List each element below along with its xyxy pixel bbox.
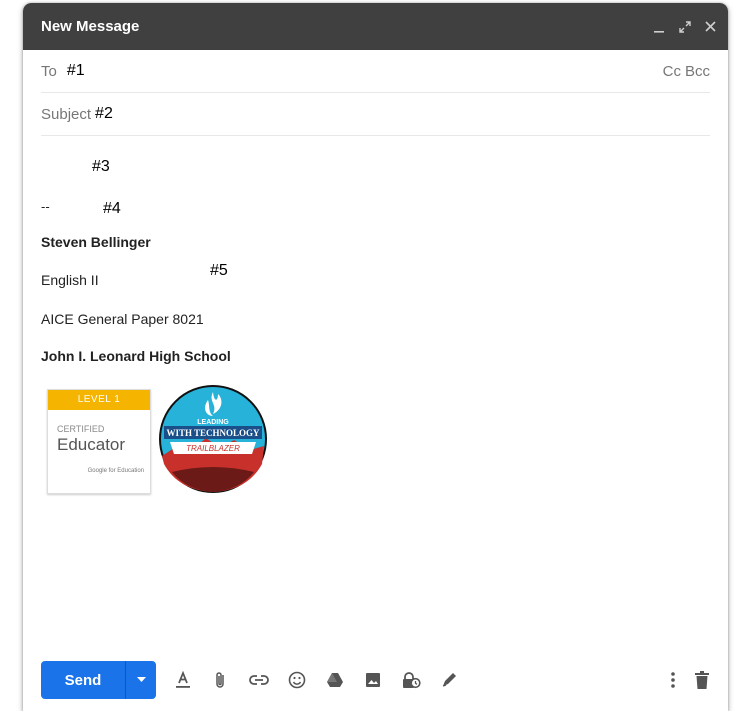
compose-toolbar: Send xyxy=(41,660,710,700)
more-options-icon[interactable] xyxy=(670,671,676,689)
signature-separator: -- xyxy=(41,199,50,214)
signature-school: John I. Leonard High School xyxy=(41,348,231,364)
subject-field-row[interactable]: Subject #2 xyxy=(41,93,710,136)
signature-line-1: English II xyxy=(41,272,99,288)
emoji-icon[interactable] xyxy=(286,669,308,691)
to-label: To xyxy=(41,62,57,80)
signature-pen-icon[interactable] xyxy=(438,669,460,691)
send-button[interactable]: Send xyxy=(41,661,125,699)
insert-photo-icon[interactable] xyxy=(362,669,384,691)
subject-input[interactable]: #2 xyxy=(95,105,710,123)
google-certified-educator-badge: LEVEL 1 CERTIFIED Educator Google for Ed… xyxy=(47,389,151,494)
window-controls xyxy=(653,20,716,33)
trailblazer-line-1: LEADING xyxy=(197,419,229,426)
link-icon[interactable] xyxy=(248,669,270,691)
text-format-icon[interactable] xyxy=(172,669,194,691)
confidential-mode-icon[interactable] xyxy=(400,669,422,691)
marker-5: #5 xyxy=(210,262,228,279)
chevron-down-icon xyxy=(136,677,146,682)
bcc-link[interactable]: Bcc xyxy=(685,63,710,80)
minimize-icon[interactable] xyxy=(653,21,665,33)
signature-line-2: AICE General Paper 8021 xyxy=(41,311,204,327)
attach-icon[interactable] xyxy=(210,669,232,691)
subject-label: Subject xyxy=(41,105,92,123)
fullscreen-icon[interactable] xyxy=(679,20,691,33)
trailblazer-line-2: WITH TECHNOLOGY xyxy=(166,428,260,438)
toolbar-right xyxy=(670,671,710,689)
to-input[interactable]: #1 xyxy=(67,62,663,80)
marker-4: #4 xyxy=(103,200,121,217)
badge-level: LEVEL 1 xyxy=(48,390,150,410)
badge-issuer-text: Google for Education xyxy=(87,468,144,474)
formatting-tools xyxy=(172,669,670,691)
cc-link[interactable]: Cc xyxy=(663,63,681,80)
send-button-group: Send xyxy=(41,661,156,699)
send-options-dropdown[interactable] xyxy=(125,661,156,699)
close-icon[interactable] xyxy=(705,21,716,32)
trailblazer-line-3: TRAILBLAZER xyxy=(186,444,240,453)
trash-icon[interactable] xyxy=(694,671,710,689)
drive-icon[interactable] xyxy=(324,669,346,691)
trailblazer-badge: LEADING WITH TECHNOLOGY TRAILBLAZER xyxy=(159,385,267,493)
to-field-row[interactable]: To #1 Cc Bcc xyxy=(41,50,710,93)
cc-bcc-links: Cc Bcc xyxy=(663,63,710,80)
compose-title: New Message xyxy=(41,18,140,35)
marker-3: #3 xyxy=(92,158,110,175)
badge-certified-text: CERTIFIED xyxy=(57,424,105,434)
badge-role-text: Educator xyxy=(57,435,126,454)
signature-name: Steven Bellinger xyxy=(41,234,151,250)
compose-titlebar[interactable]: New Message xyxy=(23,3,728,50)
